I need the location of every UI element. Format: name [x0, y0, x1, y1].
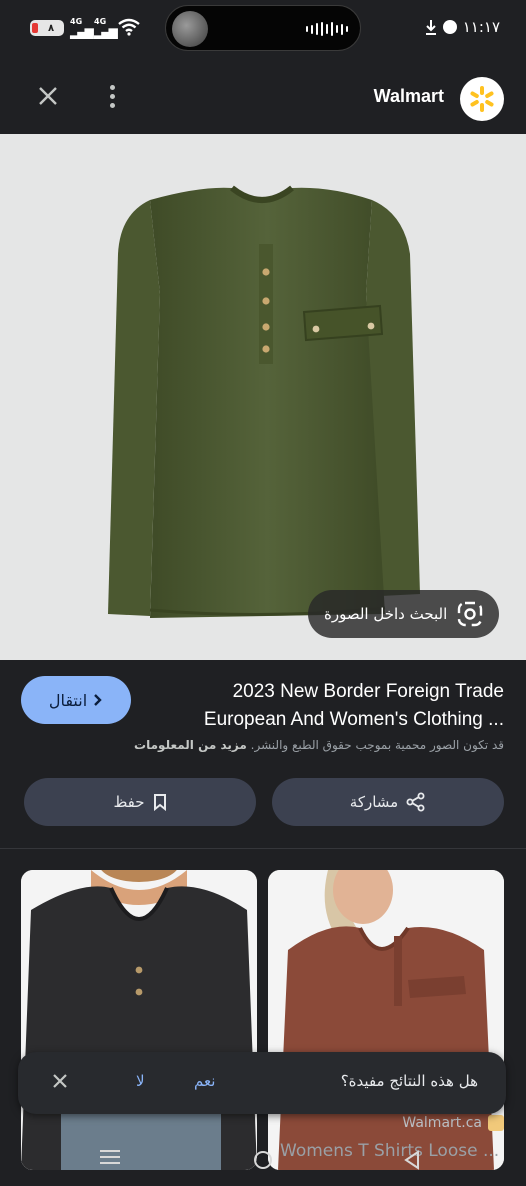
share-label: مشاركة [349, 793, 399, 811]
lens-icon [458, 601, 483, 627]
related-card-black-top[interactable] [21, 870, 257, 1170]
save-button[interactable]: حفظ [24, 778, 256, 826]
share-button[interactable]: مشاركة [272, 778, 504, 826]
dynamic-island[interactable] [165, 5, 361, 51]
feedback-dismiss-button[interactable] [52, 1073, 68, 1093]
copyright-text: قد تكون الصور محمية بموجب حقوق الطبع وال… [250, 738, 504, 752]
wifi-icon [118, 18, 140, 40]
status-bar: ٨ 4G ▂▄▆ 4G ▂▄▆ ١١:١٧ [0, 0, 526, 58]
share-icon [406, 792, 425, 812]
home-button[interactable] [254, 1151, 272, 1169]
feedback-question: هل هذه النتائج مفيدة؟ [340, 1072, 478, 1090]
battery-indicator: ٨ [30, 20, 64, 36]
related-source-name: Walmart.ca [402, 1115, 482, 1131]
media-thumbnail [172, 11, 208, 47]
result-info: انتقال 2023 New Border Foreign Trade Eur… [0, 660, 526, 848]
back-button[interactable] [404, 1150, 420, 1174]
chevron-right-icon [94, 694, 102, 706]
feedback-banner: لا نعم هل هذه النتائج مفيدة؟ [18, 1052, 506, 1114]
viewer-header: Walmart [0, 58, 526, 134]
search-inside-image-label: البحث داخل الصورة [324, 605, 448, 623]
battery-level: ٨ [47, 22, 55, 34]
clock: ١١:١٧ [462, 18, 500, 36]
walmart-logo-icon [460, 77, 504, 121]
product-image[interactable]: البحث داخل الصورة [0, 134, 526, 660]
copyright-notice: قد تكون الصور محمية بموجب حقوق الطبع وال… [134, 738, 504, 752]
related-source: Walmart.ca [402, 1115, 504, 1131]
visit-button[interactable]: انتقال [21, 676, 131, 724]
feedback-yes-button[interactable]: نعم [194, 1072, 215, 1090]
visit-label: انتقال [48, 690, 88, 710]
system-nav-bar [0, 1130, 526, 1186]
feedback-no-button[interactable]: لا [136, 1072, 145, 1090]
recents-button[interactable] [100, 1150, 120, 1164]
black-shirt-image [21, 870, 257, 1170]
messenger-icon [442, 20, 457, 34]
result-title-line1: 2023 New Border Foreign Trade [232, 681, 504, 702]
green-shirt-image [108, 185, 420, 618]
more-options-button[interactable] [100, 80, 124, 112]
result-title[interactable]: 2023 New Border Foreign Trade European A… [164, 678, 504, 734]
back-triangle-icon [404, 1150, 419, 1170]
result-title-line2: European And Women's Clothing ... [203, 709, 504, 730]
signal-icon: 4G ▂▄▆ [70, 17, 94, 39]
walmart-favicon-icon [488, 1115, 504, 1131]
search-inside-image-chip[interactable]: البحث داخل الصورة [308, 590, 500, 638]
close-icon [53, 1074, 67, 1088]
save-label: حفظ [113, 793, 145, 811]
signal-icon: 4G ▂▄▆ [94, 17, 118, 39]
status-right: ١١:١٧ [425, 18, 500, 36]
bookmark-icon [153, 794, 166, 811]
download-icon [425, 20, 436, 35]
close-button[interactable] [32, 80, 64, 112]
audio-wave-icon [306, 22, 348, 36]
site-name[interactable]: Walmart [374, 86, 444, 107]
close-icon [39, 87, 57, 105]
learn-more-link[interactable]: مزيد من المعلومات [134, 738, 247, 752]
